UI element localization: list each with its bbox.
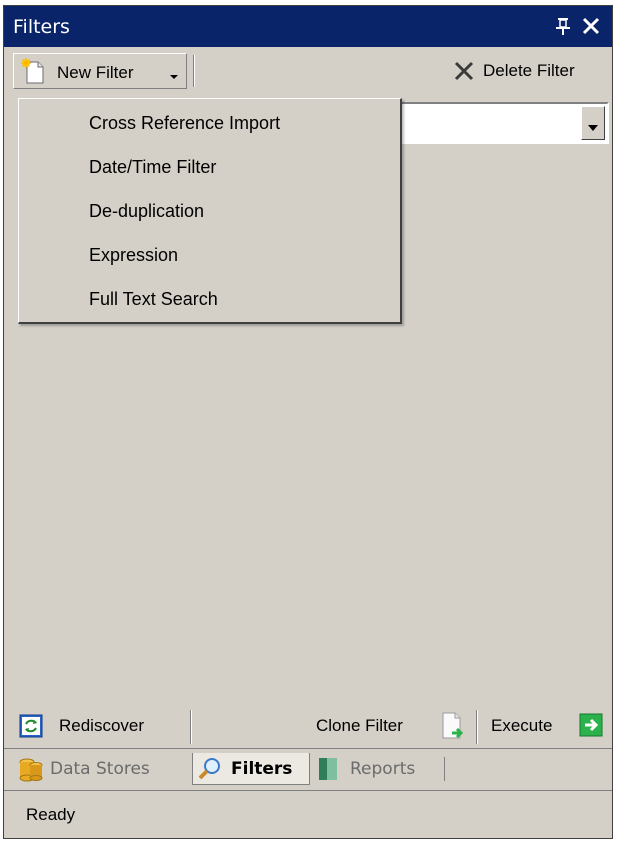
arrow-right-icon <box>579 713 603 742</box>
title-bar: Filters <box>4 6 612 47</box>
execute-label: Execute <box>491 716 553 735</box>
tab-data-stores[interactable]: Data Stores <box>16 753 186 785</box>
tab-filters[interactable]: Filters <box>192 753 310 785</box>
dropdown-button[interactable] <box>581 106 605 140</box>
execute-button[interactable]: Execute <box>491 710 609 742</box>
chevron-down-icon <box>588 119 598 137</box>
menu-item-date-time-filter[interactable]: Date/Time Filter <box>89 157 389 185</box>
delete-filter-label: Delete Filter <box>483 61 575 80</box>
action-separator <box>190 710 192 744</box>
menu-item-full-text-search[interactable]: Full Text Search <box>89 289 389 317</box>
menu-item-expression[interactable]: Expression <box>89 245 389 273</box>
status-text: Ready <box>26 805 76 824</box>
toolbar-separator <box>193 55 195 87</box>
pin-icon[interactable] <box>552 12 574 38</box>
new-filter-button[interactable]: New Filter <box>13 53 187 89</box>
clone-document-icon <box>438 711 468 746</box>
magnifier-icon <box>197 756 223 787</box>
delete-filter-button[interactable]: Delete Filter <box>446 56 604 86</box>
tab-reports[interactable]: Reports <box>314 753 448 785</box>
report-icon <box>316 756 340 787</box>
new-filter-dropdown-menu: Cross Reference Import Date/Time Filter … <box>18 98 402 324</box>
toolbar: New Filter Delete Filter <box>4 47 612 93</box>
menu-item-cross-reference-import[interactable]: Cross Reference Import <box>89 113 389 141</box>
action-bar: Rediscover Clone Filter Execute <box>4 704 612 748</box>
chevron-down-icon <box>169 68 179 86</box>
filters-panel: Filters New Filter Delete Filter Cross R… <box>3 5 613 839</box>
status-bar: Ready <box>4 790 612 839</box>
clone-filter-button[interactable]: Clone Filter <box>314 710 474 742</box>
database-icon <box>18 756 44 787</box>
tab-reports-label: Reports <box>350 759 416 779</box>
rediscover-label: Rediscover <box>59 716 145 735</box>
clone-filter-label: Clone Filter <box>316 716 403 735</box>
tab-divider <box>444 757 445 781</box>
menu-item-de-duplication[interactable]: De-duplication <box>89 201 389 229</box>
close-icon[interactable] <box>580 12 602 38</box>
refresh-icon <box>19 714 43 743</box>
new-filter-label: New Filter <box>57 63 134 82</box>
panel-tabs: Data Stores Filters Reports <box>4 748 612 789</box>
delete-x-icon <box>452 59 476 88</box>
rediscover-button[interactable]: Rediscover <box>15 710 185 742</box>
tab-filters-label: Filters <box>231 759 293 779</box>
new-document-icon <box>20 58 48 91</box>
panel-title: Filters <box>13 16 70 38</box>
tab-data-stores-label: Data Stores <box>50 759 150 779</box>
action-separator <box>476 710 478 744</box>
